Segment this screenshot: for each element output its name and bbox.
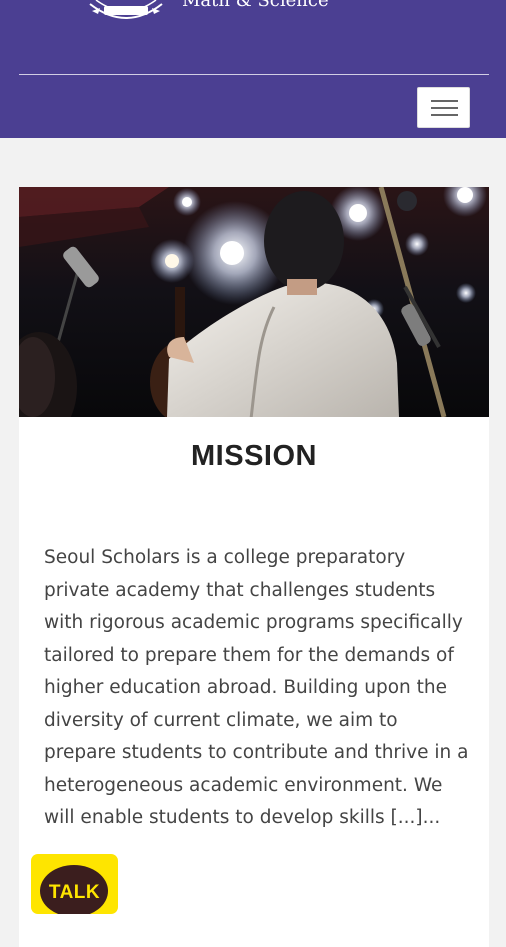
mission-card: MISSION Seoul Scholars is a college prep… bbox=[19, 187, 489, 947]
header-divider bbox=[19, 74, 489, 75]
site-header: Math & Science bbox=[0, 0, 506, 138]
academy-crest-logo[interactable] bbox=[86, 0, 166, 24]
kakaotalk-chat-button[interactable]: TALK bbox=[31, 854, 118, 914]
site-subtitle: Math & Science bbox=[182, 0, 329, 11]
mission-description: Seoul Scholars is a college preparatory … bbox=[44, 547, 469, 828]
mission-title: MISSION bbox=[191, 440, 317, 472]
hamburger-menu-button[interactable] bbox=[417, 87, 470, 128]
concert-violinist-photo bbox=[19, 187, 489, 417]
hamburger-icon bbox=[431, 100, 458, 102]
talk-label: TALK bbox=[48, 882, 101, 903]
